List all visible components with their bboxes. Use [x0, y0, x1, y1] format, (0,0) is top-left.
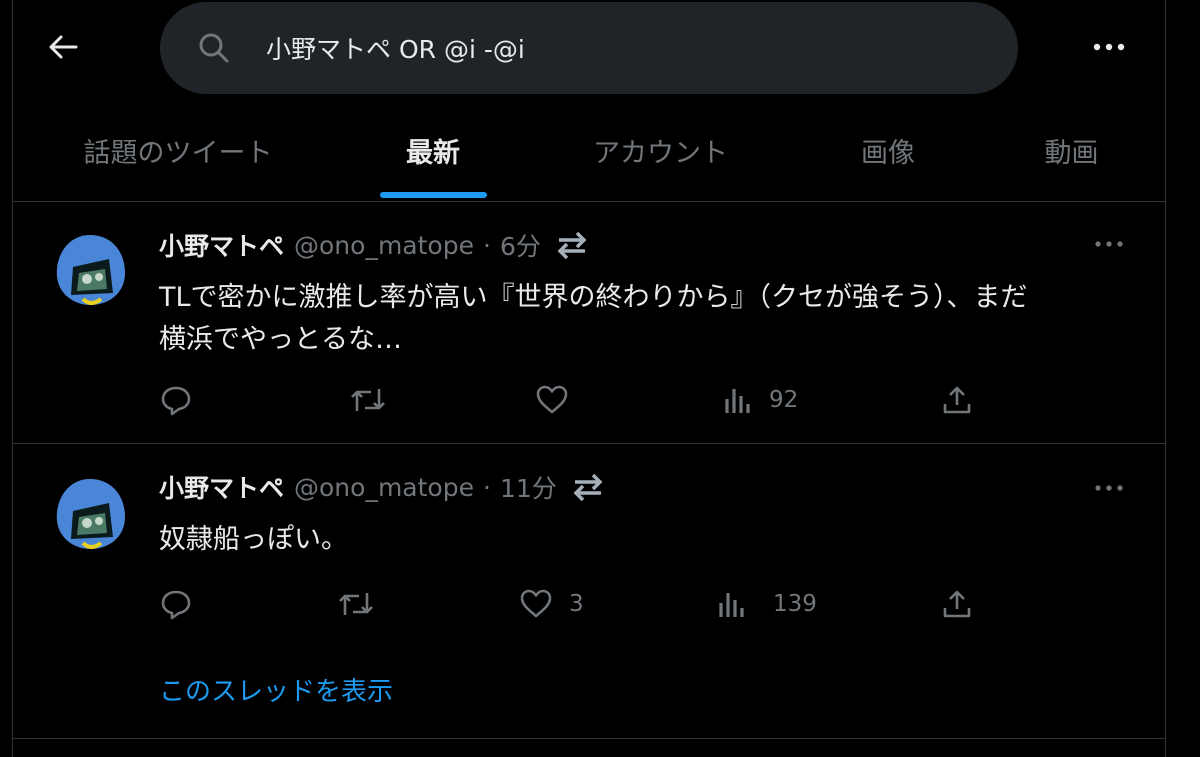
- like-button[interactable]: 3: [519, 584, 584, 624]
- share-button[interactable]: [941, 380, 973, 420]
- more-horizontal-icon: [1095, 241, 1123, 247]
- tweet-time[interactable]: 11分: [500, 469, 557, 505]
- search-bar[interactable]: [160, 2, 1018, 94]
- tweet[interactable]: 小野マトペ @ono_matope · 11分 奴隷船っぽい。 3 139 この…: [13, 445, 1165, 739]
- avatar-image: [49, 473, 131, 555]
- reply-button[interactable]: [159, 380, 209, 420]
- author-handle[interactable]: @ono_matope: [294, 473, 474, 502]
- tweet-time[interactable]: 6分: [500, 227, 541, 263]
- retweet-button[interactable]: [337, 584, 391, 624]
- search-input[interactable]: [266, 24, 966, 72]
- view-count: 92: [769, 387, 799, 413]
- tweet-text: TLで密かに激推し率が高い『世界の終わりから』（クセが強そう）、まだ 横浜でやっ…: [159, 277, 1139, 361]
- retweet-button[interactable]: [349, 380, 403, 420]
- view-count: 139: [773, 591, 817, 617]
- views-button[interactable]: 139: [717, 584, 817, 624]
- back-button[interactable]: [40, 24, 86, 70]
- search-tabs: 話題のツイート 最新 アカウント 画像 動画: [13, 100, 1165, 202]
- more-options-button[interactable]: [1086, 30, 1132, 64]
- separator-dot: ·: [482, 230, 491, 260]
- tweet-more-button[interactable]: [1089, 473, 1129, 503]
- views-button[interactable]: 92: [723, 380, 798, 420]
- tweet-text-line: TLで密かに激推し率が高い『世界の終わりから』（クセが強そう）、まだ: [159, 282, 1028, 313]
- swap-arrows-icon: [555, 230, 589, 260]
- views-chart-icon: [725, 389, 750, 413]
- author-handle[interactable]: @ono_matope: [294, 231, 474, 260]
- retweet-icon: [351, 389, 385, 411]
- reply-icon: [161, 590, 191, 620]
- separator-dot: ·: [482, 472, 491, 502]
- swap-arrows-icon: [571, 472, 605, 502]
- views-chart-icon: [719, 593, 744, 617]
- tweet-text-line: 奴隷船っぽい。: [159, 524, 348, 555]
- back-arrow-icon: [49, 35, 78, 59]
- show-thread-link[interactable]: このスレッドを表示: [159, 671, 393, 708]
- share-icon: [943, 590, 971, 618]
- tab-top[interactable]: 話題のツイート: [13, 100, 343, 201]
- tweet[interactable]: 小野マトペ @ono_matope · 6分 TLで密かに激推し率が高い『世界の…: [13, 203, 1165, 444]
- retweet-icon: [339, 593, 373, 615]
- share-button[interactable]: [941, 584, 973, 624]
- reply-icon: [161, 386, 191, 416]
- search-icon: [199, 33, 229, 63]
- like-count: 3: [569, 591, 584, 617]
- tab-videos[interactable]: 動画: [978, 100, 1165, 201]
- author-name[interactable]: 小野マトペ: [159, 469, 284, 505]
- tab-latest[interactable]: 最新: [343, 100, 523, 201]
- share-icon: [943, 386, 971, 414]
- more-horizontal-icon: [1095, 485, 1123, 491]
- tweet-actions: 92: [159, 380, 989, 420]
- tab-people[interactable]: アカウント: [523, 100, 798, 201]
- tab-photos[interactable]: 画像: [798, 100, 978, 201]
- tweet-header: 小野マトペ @ono_matope · 11分: [159, 469, 605, 505]
- avatar[interactable]: [49, 473, 131, 555]
- tweet-more-button[interactable]: [1089, 229, 1129, 259]
- avatar-image: [49, 229, 131, 311]
- reply-button[interactable]: [159, 584, 209, 624]
- like-button[interactable]: [535, 380, 585, 420]
- tweet-actions: 3 139: [159, 584, 989, 624]
- more-horizontal-icon: [1093, 43, 1125, 51]
- author-name[interactable]: 小野マトペ: [159, 227, 284, 263]
- avatar[interactable]: [49, 229, 131, 311]
- tweet-text-line: 横浜でやっとるな…: [159, 324, 402, 355]
- heart-icon: [536, 385, 568, 414]
- tweet-header: 小野マトペ @ono_matope · 6分: [159, 227, 589, 263]
- active-tab-indicator: [380, 192, 487, 198]
- tweet-text: 奴隷船っぽい。: [159, 519, 1139, 561]
- heart-icon: [520, 589, 552, 618]
